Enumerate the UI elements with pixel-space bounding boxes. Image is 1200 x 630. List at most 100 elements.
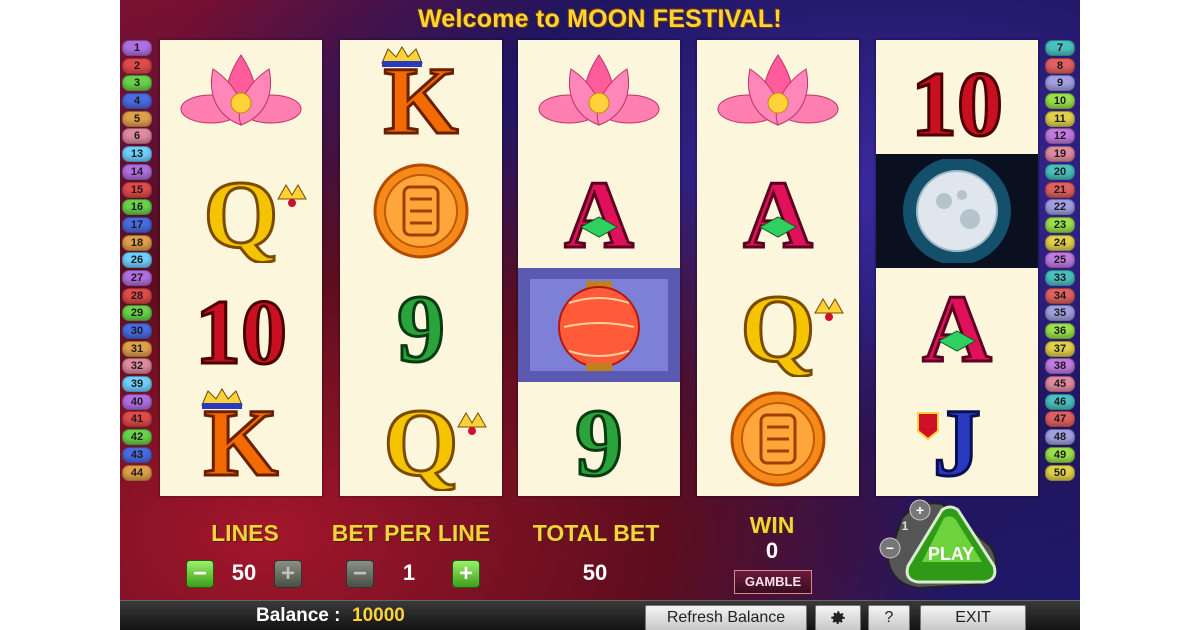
lines-minus-button[interactable]: − bbox=[186, 560, 214, 588]
settings-button[interactable] bbox=[815, 605, 861, 630]
refresh-balance-button[interactable]: Refresh Balance bbox=[645, 605, 807, 630]
svg-text:Q: Q bbox=[204, 161, 279, 263]
auto-plus-label: + bbox=[916, 502, 924, 518]
reel-5: 10 AJ bbox=[876, 40, 1038, 496]
symbol-a: A bbox=[876, 268, 1038, 382]
left-line-2: 2 bbox=[122, 57, 152, 74]
right-line-24: 24 bbox=[1045, 234, 1075, 251]
right-line-48: 48 bbox=[1045, 429, 1075, 446]
left-line-32: 32 bbox=[122, 358, 152, 375]
left-line-5: 5 bbox=[122, 110, 152, 127]
win-label: WIN bbox=[749, 512, 795, 538]
bet-per-line-label: BET PER LINE bbox=[331, 520, 491, 546]
right-line-38: 38 bbox=[1045, 358, 1075, 375]
win-value: 0 bbox=[765, 538, 779, 563]
paylines-left: 1 2 3 4 5 6 13 14 15 16 17 18 26 27 28 29 30 31 32 39 40 41 42… bbox=[122, 40, 152, 482]
symbol-q: Q bbox=[160, 154, 322, 268]
svg-text:10: 10 bbox=[911, 53, 1003, 149]
total-bet-value: 50 bbox=[582, 560, 608, 585]
svg-text:Q: Q bbox=[741, 275, 816, 377]
right-line-49: 49 bbox=[1045, 446, 1075, 463]
right-line-8: 8 bbox=[1045, 57, 1075, 74]
balance-label: Balance : bbox=[256, 605, 341, 626]
lines-value: 50 bbox=[231, 560, 257, 585]
right-line-9: 9 bbox=[1045, 75, 1075, 92]
symbol-a: A bbox=[697, 154, 859, 268]
left-line-42: 42 bbox=[122, 429, 152, 446]
left-line-29: 29 bbox=[122, 305, 152, 322]
bet-minus-button[interactable]: − bbox=[346, 560, 374, 588]
right-line-33: 33 bbox=[1045, 269, 1075, 286]
auto-count: 1 bbox=[902, 519, 909, 533]
left-line-30: 30 bbox=[122, 323, 152, 339]
right-line-12: 12 bbox=[1045, 128, 1075, 145]
lines-plus-button[interactable]: + bbox=[274, 560, 302, 588]
right-line-25: 25 bbox=[1045, 252, 1075, 269]
help-button[interactable]: ? bbox=[868, 605, 910, 630]
left-line-41: 41 bbox=[122, 411, 152, 428]
right-line-20: 20 bbox=[1045, 163, 1075, 180]
gamble-button[interactable]: GAMBLE bbox=[734, 570, 812, 594]
total-bet-label: TOTAL BET bbox=[532, 520, 660, 546]
left-line-28: 28 bbox=[122, 287, 152, 304]
svg-text:10: 10 bbox=[195, 281, 287, 377]
svg-text:A: A bbox=[743, 161, 812, 263]
svg-text:A: A bbox=[564, 161, 633, 263]
left-line-15: 15 bbox=[122, 181, 152, 198]
reel-4: AQ bbox=[697, 40, 859, 496]
right-line-23: 23 bbox=[1045, 216, 1075, 233]
symbol-moon bbox=[876, 154, 1038, 268]
reel-2: K 9 Q bbox=[340, 40, 502, 496]
svg-text:Q: Q bbox=[384, 389, 459, 491]
symbol-q: Q bbox=[697, 268, 859, 382]
left-line-6: 6 bbox=[122, 128, 152, 145]
svg-text:9: 9 bbox=[575, 389, 623, 491]
right-line-7: 7 bbox=[1045, 40, 1075, 56]
reel-1: Q 10 K bbox=[160, 40, 322, 496]
left-line-39: 39 bbox=[122, 376, 152, 393]
left-line-16: 16 bbox=[122, 199, 152, 216]
symbol-9: 9 bbox=[340, 268, 502, 382]
left-line-40: 40 bbox=[122, 393, 152, 410]
right-line-36: 36 bbox=[1045, 323, 1075, 339]
right-line-34: 34 bbox=[1045, 287, 1075, 304]
left-line-13: 13 bbox=[122, 146, 152, 163]
gear-icon bbox=[831, 611, 845, 624]
symbol-9: 9 bbox=[518, 382, 680, 496]
left-line-31: 31 bbox=[122, 340, 152, 357]
play-label: PLAY bbox=[928, 544, 974, 564]
left-line-18: 18 bbox=[122, 234, 152, 251]
svg-text:A: A bbox=[922, 275, 991, 377]
symbol-mooncake bbox=[340, 154, 502, 268]
left-line-17: 17 bbox=[122, 216, 152, 233]
right-line-47: 47 bbox=[1045, 411, 1075, 428]
svg-text:9: 9 bbox=[397, 275, 445, 377]
reel-3: A 9 bbox=[518, 40, 680, 496]
left-line-3: 3 bbox=[122, 75, 152, 92]
symbol-lotus bbox=[518, 40, 680, 154]
symbol-lantern bbox=[518, 268, 680, 382]
game-title: Welcome to MOON FESTIVAL! bbox=[418, 5, 782, 33]
symbol-a: A bbox=[518, 154, 680, 268]
right-line-46: 46 bbox=[1045, 393, 1075, 410]
right-line-37: 37 bbox=[1045, 340, 1075, 357]
exit-button[interactable]: EXIT bbox=[920, 605, 1026, 630]
right-line-22: 22 bbox=[1045, 199, 1075, 216]
left-line-27: 27 bbox=[122, 269, 152, 286]
balance-value: 10000 bbox=[352, 605, 405, 626]
play-cluster: PLAY + 1 − bbox=[879, 499, 997, 590]
left-line-26: 26 bbox=[122, 252, 152, 269]
paylines-right: 7 8 9 10 11 12 19 20 21 22 23 24 25 33 34 35 36 37 38 45 46 4… bbox=[1045, 40, 1075, 482]
bet-plus-button[interactable]: + bbox=[452, 560, 480, 588]
symbol-q: Q bbox=[340, 382, 502, 496]
left-line-44: 44 bbox=[122, 464, 152, 481]
symbol-mooncake bbox=[697, 382, 859, 496]
right-line-21: 21 bbox=[1045, 181, 1075, 198]
svg-text:J: J bbox=[933, 389, 981, 491]
symbol-k: K bbox=[160, 382, 322, 496]
symbol-10: 10 bbox=[160, 268, 322, 382]
left-line-43: 43 bbox=[122, 446, 152, 463]
left-line-1: 1 bbox=[122, 40, 152, 56]
right-line-19: 19 bbox=[1045, 146, 1075, 163]
symbol-k: K bbox=[340, 40, 502, 154]
